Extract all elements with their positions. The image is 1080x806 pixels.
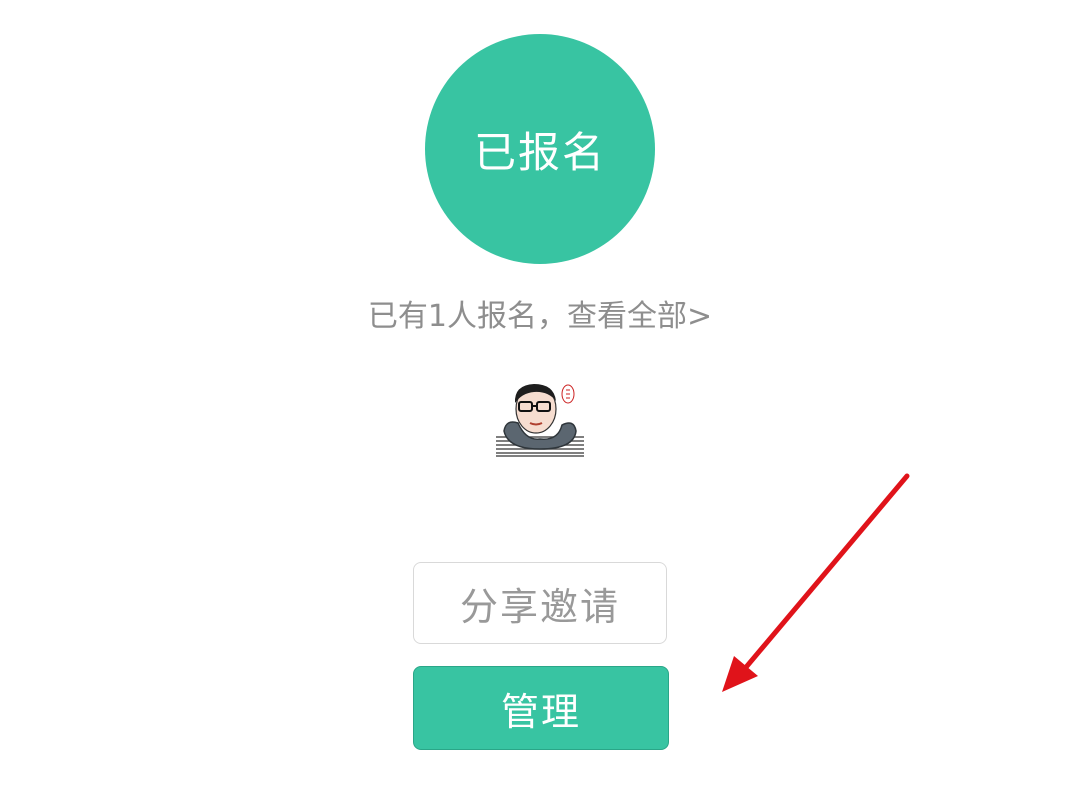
share-invite-button[interactable]: 分享邀请 xyxy=(413,562,667,644)
registration-page: 已报名 已有1人报名，查看全部> 分享邀请 管理 xyxy=(0,0,1080,806)
avatar-illustration-icon xyxy=(496,384,584,457)
registered-status-label: 已报名 xyxy=(473,127,606,177)
registered-status-circle[interactable]: 已报名 xyxy=(425,34,655,264)
share-invite-label: 分享邀请 xyxy=(459,584,620,629)
view-all-registrants-link[interactable]: 已有1人报名，查看全部> xyxy=(0,295,1080,339)
manage-label: 管理 xyxy=(500,689,581,734)
registrant-avatar[interactable] xyxy=(496,379,584,457)
manage-button[interactable]: 管理 xyxy=(413,666,669,750)
